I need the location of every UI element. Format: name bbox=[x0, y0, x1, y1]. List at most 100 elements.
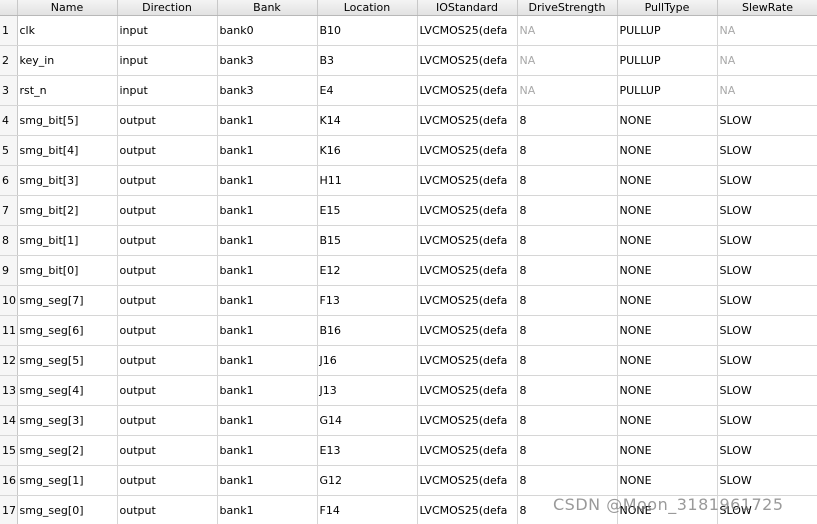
cell-slewrate[interactable]: SLOW bbox=[717, 105, 817, 136]
cell-iostandard[interactable]: LVCMOS25(defa bbox=[417, 45, 518, 76]
cell-bank[interactable]: bank1 bbox=[217, 375, 318, 406]
cell-location[interactable]: J13 bbox=[317, 375, 418, 406]
cell-name[interactable]: rst_n bbox=[17, 75, 118, 106]
cell-direction[interactable]: output bbox=[117, 495, 218, 524]
cell-iostandard[interactable]: LVCMOS25(defa bbox=[417, 495, 518, 524]
cell-bank[interactable]: bank1 bbox=[217, 135, 318, 166]
cell-location[interactable]: E4 bbox=[317, 75, 418, 106]
cell-bank[interactable]: bank3 bbox=[217, 45, 318, 76]
cell-drivestrength[interactable]: 8 bbox=[517, 195, 618, 226]
cell-drivestrength[interactable]: 8 bbox=[517, 135, 618, 166]
cell-location[interactable]: J16 bbox=[317, 345, 418, 376]
cell-name[interactable]: smg_bit[3] bbox=[17, 165, 118, 196]
cell-direction[interactable]: input bbox=[117, 15, 218, 46]
cell-drivestrength[interactable]: 8 bbox=[517, 315, 618, 346]
cell-direction[interactable]: output bbox=[117, 285, 218, 316]
cell-pulltype[interactable]: PULLUP bbox=[617, 15, 718, 46]
cell-pulltype[interactable]: NONE bbox=[617, 465, 718, 496]
cell-direction[interactable]: output bbox=[117, 315, 218, 346]
cell-slewrate[interactable]: SLOW bbox=[717, 285, 817, 316]
cell-pulltype[interactable]: NONE bbox=[617, 135, 718, 166]
cell-bank[interactable]: bank1 bbox=[217, 315, 318, 346]
row-number[interactable]: 2 bbox=[0, 45, 18, 76]
cell-drivestrength[interactable]: 8 bbox=[517, 345, 618, 376]
row-number-header[interactable] bbox=[0, 0, 18, 16]
cell-location[interactable]: F14 bbox=[317, 495, 418, 524]
cell-pulltype[interactable]: NONE bbox=[617, 345, 718, 376]
cell-drivestrength[interactable]: 8 bbox=[517, 465, 618, 496]
cell-bank[interactable]: bank0 bbox=[217, 15, 318, 46]
column-header-name[interactable]: Name bbox=[17, 0, 118, 16]
cell-direction[interactable]: output bbox=[117, 255, 218, 286]
table-row[interactable]: 7 smg_bit[2] output bank1 E15 LVCMOS25(defa 8 N… bbox=[0, 195, 817, 226]
cell-direction[interactable]: input bbox=[117, 75, 218, 106]
cell-slewrate[interactable]: NA bbox=[717, 45, 817, 76]
row-number[interactable]: 14 bbox=[0, 405, 18, 436]
cell-name[interactable]: smg_seg[2] bbox=[17, 435, 118, 466]
cell-iostandard[interactable]: LVCMOS25(defa bbox=[417, 225, 518, 256]
row-number[interactable]: 6 bbox=[0, 165, 18, 196]
cell-iostandard[interactable]: LVCMOS25(defa bbox=[417, 405, 518, 436]
cell-direction[interactable]: output bbox=[117, 345, 218, 376]
cell-pulltype[interactable]: PULLUP bbox=[617, 75, 718, 106]
cell-direction[interactable]: output bbox=[117, 405, 218, 436]
cell-bank[interactable]: bank1 bbox=[217, 165, 318, 196]
cell-iostandard[interactable]: LVCMOS25(defa bbox=[417, 15, 518, 46]
cell-name[interactable]: smg_seg[1] bbox=[17, 465, 118, 496]
cell-drivestrength[interactable]: NA bbox=[517, 45, 618, 76]
cell-name[interactable]: smg_bit[4] bbox=[17, 135, 118, 166]
cell-direction[interactable]: output bbox=[117, 105, 218, 136]
cell-iostandard[interactable]: LVCMOS25(defa bbox=[417, 165, 518, 196]
cell-location[interactable]: K16 bbox=[317, 135, 418, 166]
cell-bank[interactable]: bank1 bbox=[217, 255, 318, 286]
cell-bank[interactable]: bank1 bbox=[217, 405, 318, 436]
cell-location[interactable]: B10 bbox=[317, 15, 418, 46]
cell-iostandard[interactable]: LVCMOS25(defa bbox=[417, 315, 518, 346]
cell-slewrate[interactable]: SLOW bbox=[717, 195, 817, 226]
cell-bank[interactable]: bank1 bbox=[217, 435, 318, 466]
column-header-location[interactable]: Location bbox=[317, 0, 418, 16]
column-header-slewrate[interactable]: SlewRate bbox=[717, 0, 817, 16]
table-row[interactable]: 10 smg_seg[7] output bank1 F13 LVCMOS25(defa 8… bbox=[0, 285, 817, 316]
cell-location[interactable]: H11 bbox=[317, 165, 418, 196]
cell-pulltype[interactable]: NONE bbox=[617, 435, 718, 466]
cell-pulltype[interactable]: NONE bbox=[617, 405, 718, 436]
cell-direction[interactable]: output bbox=[117, 375, 218, 406]
cell-drivestrength[interactable]: 8 bbox=[517, 285, 618, 316]
cell-iostandard[interactable]: LVCMOS25(defa bbox=[417, 345, 518, 376]
cell-name[interactable]: smg_seg[6] bbox=[17, 315, 118, 346]
cell-location[interactable]: B15 bbox=[317, 225, 418, 256]
row-number[interactable]: 15 bbox=[0, 435, 18, 466]
table-row[interactable]: 4 smg_bit[5] output bank1 K14 LVCMOS25(defa 8 N… bbox=[0, 105, 817, 136]
cell-slewrate[interactable]: SLOW bbox=[717, 255, 817, 286]
cell-location[interactable]: G14 bbox=[317, 405, 418, 436]
column-header-pulltype[interactable]: PullType bbox=[617, 0, 718, 16]
cell-drivestrength[interactable]: 8 bbox=[517, 375, 618, 406]
cell-slewrate[interactable]: SLOW bbox=[717, 405, 817, 436]
cell-direction[interactable]: output bbox=[117, 135, 218, 166]
column-header-direction[interactable]: Direction bbox=[117, 0, 218, 16]
cell-location[interactable]: K14 bbox=[317, 105, 418, 136]
table-row[interactable]: 8 smg_bit[1] output bank1 B15 LVCMOS25(defa 8 N… bbox=[0, 225, 817, 256]
cell-direction[interactable]: input bbox=[117, 45, 218, 76]
cell-name[interactable]: clk bbox=[17, 15, 118, 46]
row-number[interactable]: 13 bbox=[0, 375, 18, 406]
cell-slewrate[interactable]: SLOW bbox=[717, 435, 817, 466]
cell-direction[interactable]: output bbox=[117, 465, 218, 496]
cell-iostandard[interactable]: LVCMOS25(defa bbox=[417, 375, 518, 406]
cell-slewrate[interactable]: NA bbox=[717, 75, 817, 106]
column-header-bank[interactable]: Bank bbox=[217, 0, 318, 16]
cell-slewrate[interactable]: SLOW bbox=[717, 135, 817, 166]
cell-name[interactable]: smg_seg[7] bbox=[17, 285, 118, 316]
cell-iostandard[interactable]: LVCMOS25(defa bbox=[417, 135, 518, 166]
table-row[interactable]: 6 smg_bit[3] output bank1 H11 LVCMOS25(defa 8 N… bbox=[0, 165, 817, 196]
cell-name[interactable]: key_in bbox=[17, 45, 118, 76]
cell-drivestrength[interactable]: 8 bbox=[517, 165, 618, 196]
row-number[interactable]: 1 bbox=[0, 15, 18, 46]
table-row[interactable]: 13 smg_seg[4] output bank1 J13 LVCMOS25(defa 8… bbox=[0, 375, 817, 406]
cell-location[interactable]: F13 bbox=[317, 285, 418, 316]
cell-name[interactable]: smg_bit[1] bbox=[17, 225, 118, 256]
cell-name[interactable]: smg_seg[0] bbox=[17, 495, 118, 524]
cell-pulltype[interactable]: NONE bbox=[617, 105, 718, 136]
cell-direction[interactable]: output bbox=[117, 435, 218, 466]
